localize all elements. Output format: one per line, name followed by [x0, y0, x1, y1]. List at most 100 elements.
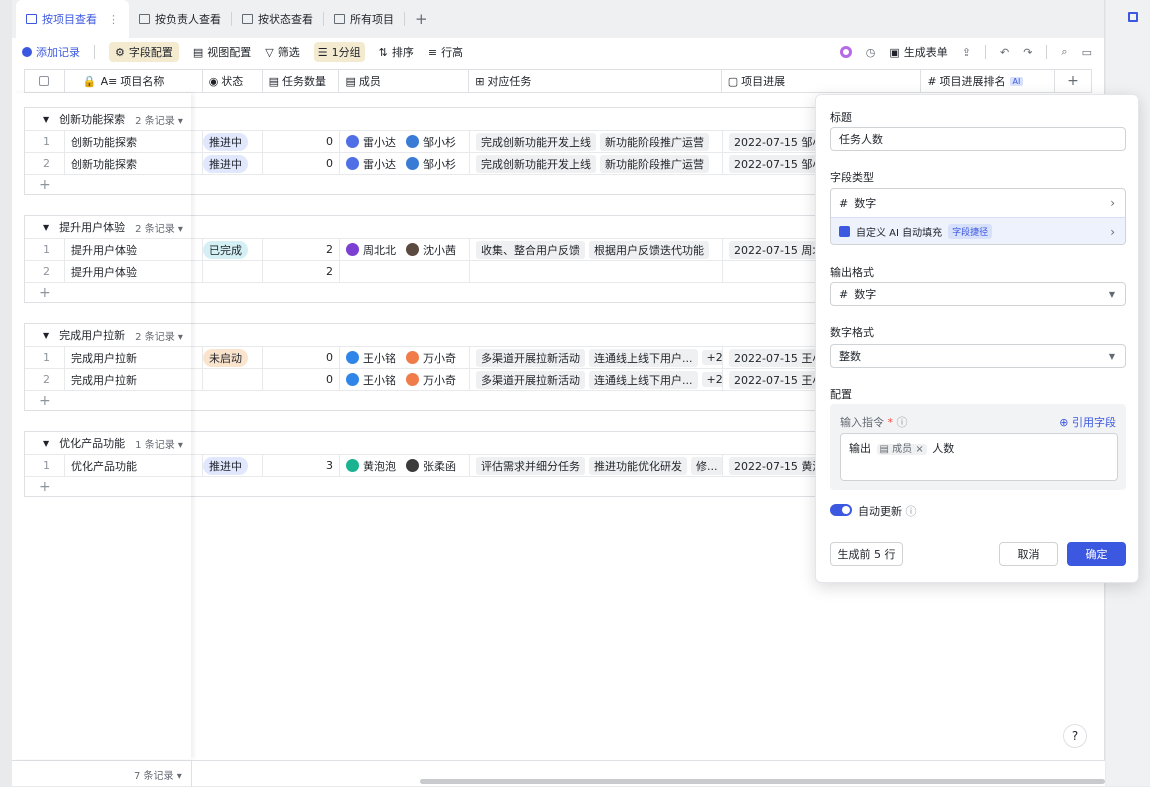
generate-form-button[interactable]: ▣ 生成表单: [889, 44, 947, 60]
members-cell[interactable]: 王小铭 万小奇: [340, 368, 470, 391]
avatar: [406, 243, 419, 256]
select-all-checkbox[interactable]: [25, 70, 65, 92]
more-icon[interactable]: ⋮: [108, 13, 119, 26]
comment-icon[interactable]: ▭: [1082, 46, 1092, 59]
column-header-progress-rank[interactable]: # 项目进展排名 AI: [921, 70, 1056, 92]
auto-update-toggle[interactable]: [830, 504, 852, 516]
status-cell[interactable]: 推进中: [203, 454, 263, 477]
task-count-cell[interactable]: 0: [263, 368, 340, 391]
tasks-cell[interactable]: 评估需求并细分任务 推进功能优化研发 修...: [470, 454, 723, 477]
instruction-input[interactable]: 输出 ▤ 成员 × 人数: [840, 433, 1118, 481]
project-name-cell[interactable]: 创新功能探索: [65, 130, 203, 153]
column-header-task-count[interactable]: ▤ 任务数量: [263, 70, 340, 92]
filter-icon: ▽: [265, 45, 274, 59]
field-type-number-option[interactable]: # 数字 ›: [831, 189, 1125, 217]
toolbar-right: ◷ ▣ 生成表单 ⇪ ↶ ↷ ⌕ ▭: [839, 38, 1092, 66]
sort-button[interactable]: ⇅ 排序: [379, 44, 414, 60]
redo-icon[interactable]: ↷: [1023, 46, 1032, 59]
tab-by-owner[interactable]: 按负责人查看: [129, 6, 231, 32]
tasks-cell[interactable]: 完成创新功能开发上线 新功能阶段推广运营: [470, 152, 723, 175]
history-icon[interactable]: ◷: [866, 46, 876, 59]
number-format-select[interactable]: 整数 ▼: [830, 344, 1126, 368]
group-button[interactable]: ☰ 1分组: [313, 42, 365, 62]
field-config-label: 字段配置: [128, 46, 173, 59]
row-height-button[interactable]: ≡ 行高: [428, 44, 463, 60]
task-count: 2: [326, 243, 333, 256]
task-count: 0: [326, 351, 333, 364]
search-icon[interactable]: ⌕: [1061, 45, 1067, 59]
cancel-button[interactable]: 取消: [999, 542, 1058, 566]
tab-all-projects[interactable]: 所有项目: [324, 6, 404, 32]
tasks-cell[interactable]: 完成创新功能开发上线 新功能阶段推广运营: [470, 130, 723, 153]
project-name-cell[interactable]: 优化产品功能: [65, 454, 203, 477]
tasks-cell[interactable]: 收集、整合用户反馈 根据用户反馈迭代功能: [470, 238, 723, 261]
generate-rows-button[interactable]: 生成前 5 行: [830, 542, 903, 566]
members-cell[interactable]: 雷小达 邹小杉: [340, 152, 470, 175]
tab-by-project[interactable]: 按项目查看 ⋮: [16, 0, 129, 38]
project-name-cell[interactable]: 提升用户体验: [65, 260, 203, 283]
project-name-cell[interactable]: 提升用户体验: [65, 238, 203, 261]
sidebar-toggle-icon[interactable]: [1128, 12, 1138, 22]
add-view-button[interactable]: +: [405, 6, 438, 32]
members-cell[interactable]: 周北北 沈小茜: [340, 238, 470, 261]
status-cell[interactable]: 推进中: [203, 130, 263, 153]
project-name-cell[interactable]: 完成用户拉新: [65, 346, 203, 369]
members-cell[interactable]: 雷小达 邹小杉: [340, 130, 470, 153]
column-header-status[interactable]: ◉ 状态: [203, 70, 263, 92]
column-label: 状态: [221, 75, 244, 88]
status-cell[interactable]: 未启动: [203, 346, 263, 369]
member-item: 周北北: [346, 242, 396, 258]
task-count-cell[interactable]: 0: [263, 346, 340, 369]
undo-icon[interactable]: ↶: [1000, 46, 1009, 59]
confirm-button[interactable]: 确定: [1067, 542, 1126, 566]
text-type-icon: A≡: [100, 74, 118, 88]
title-input[interactable]: 任务人数: [830, 127, 1126, 151]
ai-assistant-icon[interactable]: [839, 46, 852, 58]
task-count-cell[interactable]: 3: [263, 454, 340, 477]
reference-field-button[interactable]: ⊕ 引用字段: [1059, 414, 1116, 430]
column-header-tasks[interactable]: ⊞ 对应任务: [469, 70, 722, 92]
tasks-cell[interactable]: 多渠道开展拉新活动 连通线上线下用户... +2: [470, 346, 723, 369]
column-header-name[interactable]: 🔒 A≡ 项目名称: [65, 70, 203, 92]
task-count-cell[interactable]: 2: [263, 238, 340, 261]
column-header-members[interactable]: ▤ 成员: [339, 70, 470, 92]
tasks-cell[interactable]: [470, 260, 723, 283]
horizontal-scrollbar[interactable]: [420, 779, 1105, 784]
member-name: 邹小杉: [423, 135, 456, 149]
member-item: 雷小达: [346, 134, 396, 150]
project-name-cell[interactable]: 完成用户拉新: [65, 368, 203, 391]
task-count-cell[interactable]: 0: [263, 152, 340, 175]
tab-by-status[interactable]: 按状态查看: [232, 6, 323, 32]
tasks-cell[interactable]: 多渠道开展拉新活动 连通线上线下用户... +2: [470, 368, 723, 391]
status-cell[interactable]: [203, 368, 263, 391]
status-cell[interactable]: 推进中: [203, 152, 263, 175]
footer-divider: [191, 761, 192, 787]
info-icon: ⓘ: [905, 505, 917, 518]
help-button[interactable]: ?: [1063, 724, 1087, 748]
view-config-button[interactable]: ▤ 视图配置: [193, 44, 251, 60]
field-config-panel: 标题 任务人数 字段类型 # 数字 › 自定义 AI 自动填充 字段捷径 › 输…: [815, 94, 1139, 583]
filter-button[interactable]: ▽ 筛选: [265, 44, 299, 60]
members-cell[interactable]: 王小铭 万小奇: [340, 346, 470, 369]
sort-label: 排序: [391, 46, 414, 59]
share-icon[interactable]: ⇪: [962, 46, 971, 59]
task-count-cell[interactable]: 2: [263, 260, 340, 283]
filter-label: 筛选: [277, 46, 300, 59]
add-column-button[interactable]: +: [1055, 70, 1091, 92]
avatar: [406, 459, 419, 472]
avatar: [346, 135, 359, 148]
field-config-button[interactable]: ⚙ 字段配置: [109, 42, 179, 62]
status-cell[interactable]: 已完成: [203, 238, 263, 261]
task-tag: 连通线上线下用户...: [589, 348, 698, 367]
output-format-select[interactable]: # 数字 ▼: [830, 282, 1126, 306]
ai-autofill-option[interactable]: 自定义 AI 自动填充 字段捷径 ›: [831, 217, 1125, 244]
add-record-button[interactable]: 添加记录: [22, 44, 80, 60]
task-count-cell[interactable]: 0: [263, 130, 340, 153]
status-cell[interactable]: [203, 260, 263, 283]
members-cell[interactable]: [340, 260, 470, 283]
project-name-cell[interactable]: 创新功能探索: [65, 152, 203, 175]
members-cell[interactable]: 黄泡泡 张柔函: [340, 454, 470, 477]
member-field-chip[interactable]: ▤ 成员 ×: [876, 444, 927, 455]
column-header-progress[interactable]: ▢ 项目进展: [722, 70, 922, 92]
grid-icon: [26, 14, 37, 24]
